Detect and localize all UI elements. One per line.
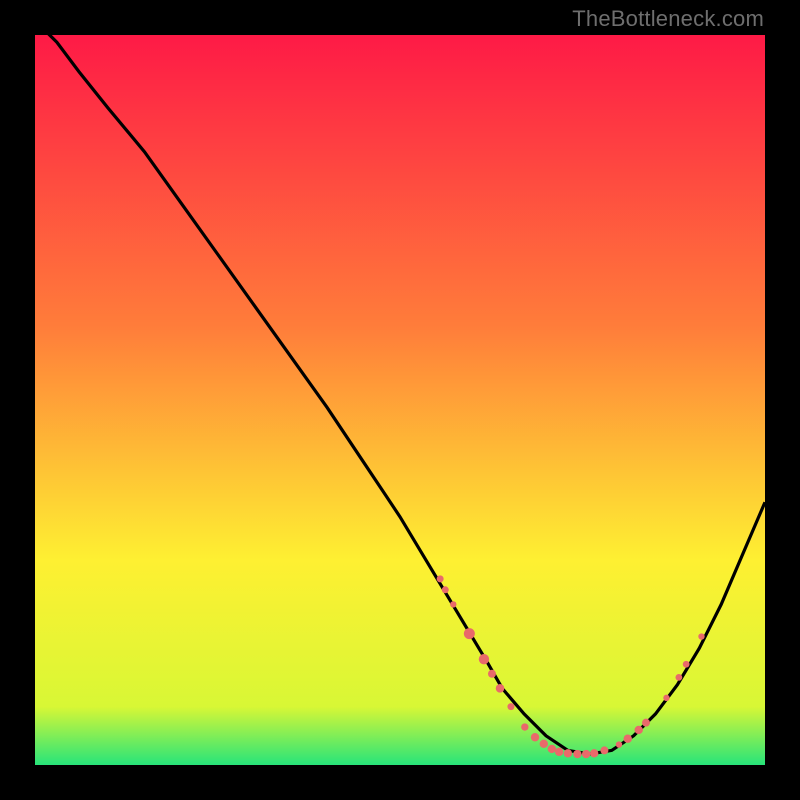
curve-marker — [698, 633, 704, 639]
curve-marker — [531, 733, 539, 741]
curve-marker — [573, 750, 581, 758]
curve-marker — [616, 741, 622, 747]
watermark-text: TheBottleneck.com — [572, 6, 764, 32]
curve-marker — [624, 735, 632, 743]
plot-area — [35, 35, 765, 765]
curve-marker — [488, 670, 496, 678]
curve-marker — [548, 745, 556, 753]
curve-marker — [555, 748, 563, 756]
curve-marker — [496, 684, 505, 693]
curve-marker — [683, 661, 690, 668]
curve-marker — [675, 674, 682, 681]
curve-marker — [582, 750, 590, 758]
curve-marker — [540, 740, 548, 748]
curve-marker — [442, 586, 449, 593]
curve-marker — [663, 695, 669, 701]
curve-marker — [437, 575, 444, 582]
curve-marker — [590, 749, 598, 757]
chart-svg — [35, 35, 765, 765]
curve-marker — [521, 723, 528, 730]
curve-marker — [507, 703, 514, 710]
curve-marker — [464, 628, 475, 639]
gradient-background — [35, 35, 765, 765]
chart-container: TheBottleneck.com — [0, 0, 800, 800]
curve-marker — [450, 601, 456, 607]
curve-marker — [642, 719, 650, 727]
curve-marker — [479, 654, 489, 664]
curve-marker — [635, 726, 643, 734]
curve-marker — [564, 749, 572, 757]
curve-marker — [600, 746, 608, 754]
